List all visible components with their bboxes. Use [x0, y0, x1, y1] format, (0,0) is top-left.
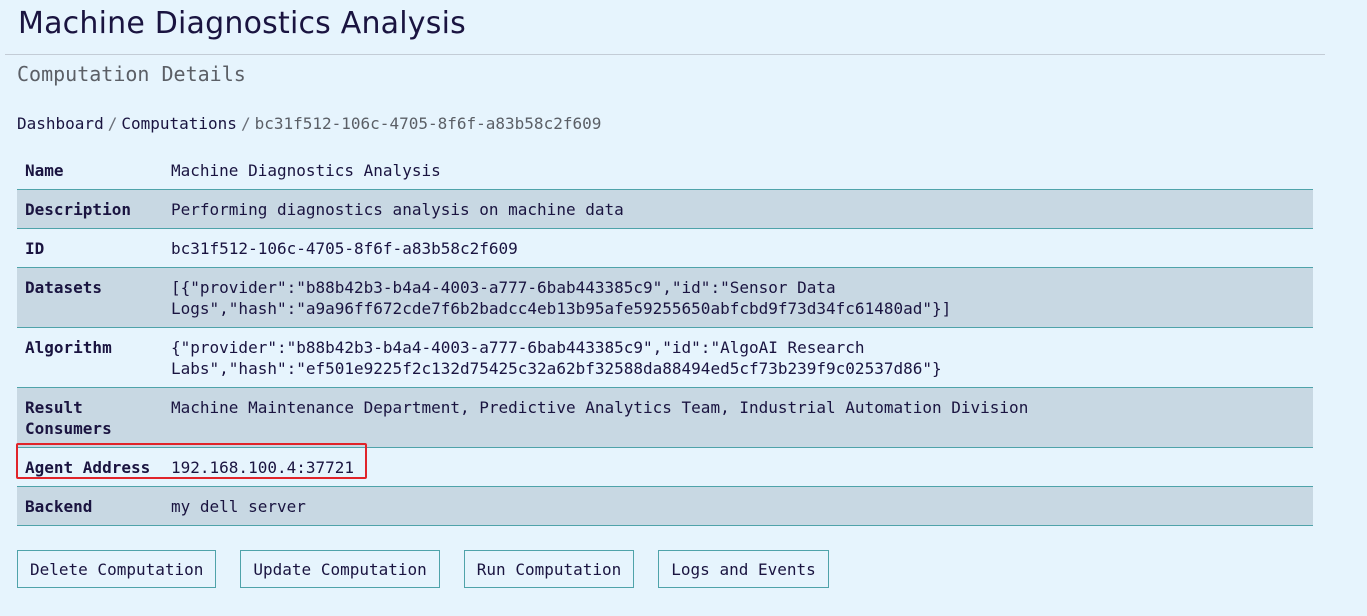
- breadcrumb-current: bc31f512-106c-4705-8f6f-a83b58c2f609: [254, 114, 602, 133]
- detail-value: {"provider":"b88b42b3-b4a4-4003-a777-6ba…: [171, 338, 942, 378]
- detail-key: Backend: [25, 497, 93, 516]
- detail-row-algorithm: Algorithm {"provider":"b88b42b3-b4a4-400…: [17, 327, 1313, 388]
- detail-value: Machine Diagnostics Analysis: [171, 161, 441, 180]
- title-bar: Machine Diagnostics Analysis: [5, 0, 1325, 55]
- detail-value: 192.168.100.4:37721: [171, 458, 355, 477]
- breadcrumb-separator: /: [107, 114, 118, 133]
- detail-row-name: Name Machine Diagnostics Analysis: [17, 151, 1313, 190]
- detail-key: Agent Address: [25, 458, 151, 477]
- breadcrumb-separator: /: [240, 114, 251, 133]
- detail-row-datasets: Datasets [{"provider":"b88b42b3-b4a4-400…: [17, 267, 1313, 328]
- detail-key: Result Consumers: [25, 398, 112, 438]
- computation-details-table: Name Machine Diagnostics Analysis Descri…: [17, 151, 1313, 526]
- detail-value: Performing diagnostics analysis on machi…: [171, 200, 624, 219]
- breadcrumb-computations-link[interactable]: Computations: [121, 114, 237, 133]
- action-buttons: Delete Computation Update Computation Ru…: [17, 550, 829, 588]
- detail-key: Datasets: [25, 278, 103, 297]
- detail-value: my dell server: [171, 497, 306, 516]
- detail-key: ID: [25, 239, 45, 258]
- detail-row-backend: Backend my dell server: [17, 486, 1313, 526]
- page-title: Machine Diagnostics Analysis: [18, 6, 466, 41]
- update-computation-button[interactable]: Update Computation: [240, 550, 440, 588]
- detail-value: [{"provider":"b88b42b3-b4a4-4003-a777-6b…: [171, 278, 952, 318]
- detail-row-agent-address: Agent Address 192.168.100.4:37721: [17, 447, 1313, 487]
- page-subtitle: Computation Details: [17, 62, 246, 86]
- detail-value: Machine Maintenance Department, Predicti…: [171, 398, 1029, 417]
- detail-key: Algorithm: [25, 338, 112, 357]
- breadcrumb: Dashboard / Computations / bc31f512-106c-470…: [17, 114, 601, 133]
- detail-key: Name: [25, 161, 64, 180]
- detail-row-result-consumers: Result Consumers Machine Maintenance Dep…: [17, 387, 1313, 448]
- detail-row-id: ID bc31f512-106c-4705-8f6f-a83b58c2f609: [17, 228, 1313, 268]
- detail-value: bc31f512-106c-4705-8f6f-a83b58c2f609: [171, 239, 518, 258]
- detail-key: Description: [25, 200, 131, 219]
- run-computation-button[interactable]: Run Computation: [463, 550, 635, 588]
- detail-row-description: Description Performing diagnostics analy…: [17, 189, 1313, 229]
- delete-computation-button[interactable]: Delete Computation: [17, 550, 217, 588]
- logs-and-events-button[interactable]: Logs and Events: [658, 550, 829, 588]
- breadcrumb-dashboard-link[interactable]: Dashboard: [17, 114, 104, 133]
